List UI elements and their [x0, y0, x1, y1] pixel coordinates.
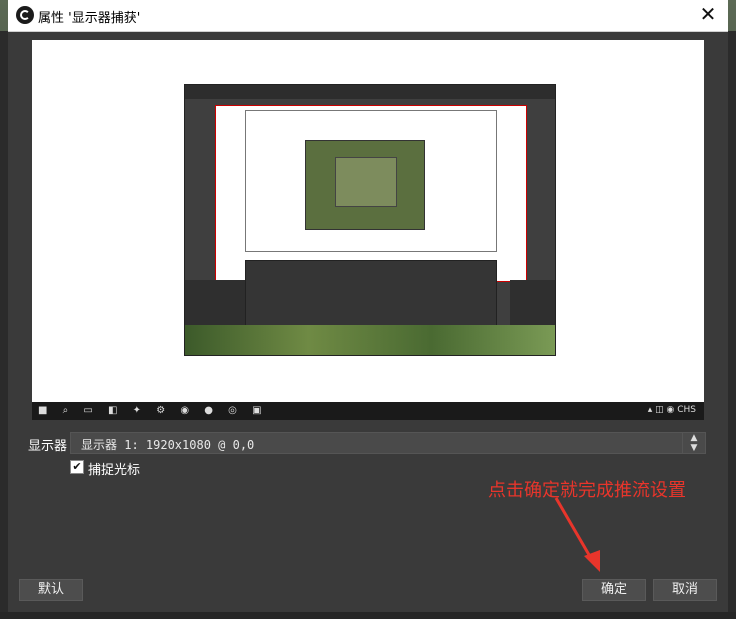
close-icon[interactable]: ✕: [688, 0, 728, 31]
cancel-button[interactable]: 取消: [653, 579, 717, 601]
captured-dock-right: [510, 280, 555, 325]
title-bar: 属性 '显示器捕获' ✕: [8, 0, 728, 32]
capture-preview: ■ ⌕ ▭ ◧ ✦ ⚙ ◉ ● ◎ ▣ ▴ ◫ ◉ CHS: [32, 40, 704, 420]
captured-dock-left: [185, 280, 245, 325]
captured-wallpaper: [185, 325, 555, 355]
capture-cursor-checkbox[interactable]: ✔: [70, 460, 84, 474]
ok-button[interactable]: 确定: [582, 579, 646, 601]
background-strip-left: [0, 31, 8, 619]
obs-logo-icon: [16, 6, 34, 24]
display-select[interactable]: 显示器 1: 1920x1080 @ 0,0 ▲ ▼: [70, 432, 706, 454]
capture-cursor-label[interactable]: 捕捉光标: [88, 459, 140, 478]
properties-dialog: 属性 '显示器捕获' ✕ ■ ⌕ ▭ ◧ ✦ ⚙ ◉ ● ◎ ▣ ▴ ◫ ◉ C…: [8, 0, 728, 612]
captured-properties-panel: [245, 260, 497, 327]
captured-menubar: [185, 85, 555, 99]
annotation-arrow-icon: [554, 497, 600, 572]
background-strip-right: [728, 31, 736, 619]
taskbar-tray: ▴ ◫ ◉ CHS: [647, 405, 696, 415]
taskbar-icons: ■ ⌕ ▭ ◧ ✦ ⚙ ◉ ● ◎ ▣: [38, 405, 268, 416]
chevron-updown-icon[interactable]: ▲ ▼: [682, 433, 705, 453]
display-row: 显示器 显示器 1: 1920x1080 @ 0,0 ▲ ▼: [8, 432, 728, 454]
captured-nested-preview-deep: [335, 157, 397, 207]
preview-blank-area: [32, 40, 184, 402]
recursive-screen-capture: [184, 84, 556, 356]
display-select-value: 显示器 1: 1920x1080 @ 0,0: [81, 438, 255, 452]
display-label: 显示器: [28, 439, 68, 454]
window-title: 属性 '显示器捕获': [38, 11, 141, 26]
defaults-button[interactable]: 默认: [19, 579, 83, 601]
background-bottom-strip: [0, 612, 736, 619]
captured-taskbar: ■ ⌕ ▭ ◧ ✦ ⚙ ◉ ● ◎ ▣ ▴ ◫ ◉ CHS: [32, 402, 704, 420]
